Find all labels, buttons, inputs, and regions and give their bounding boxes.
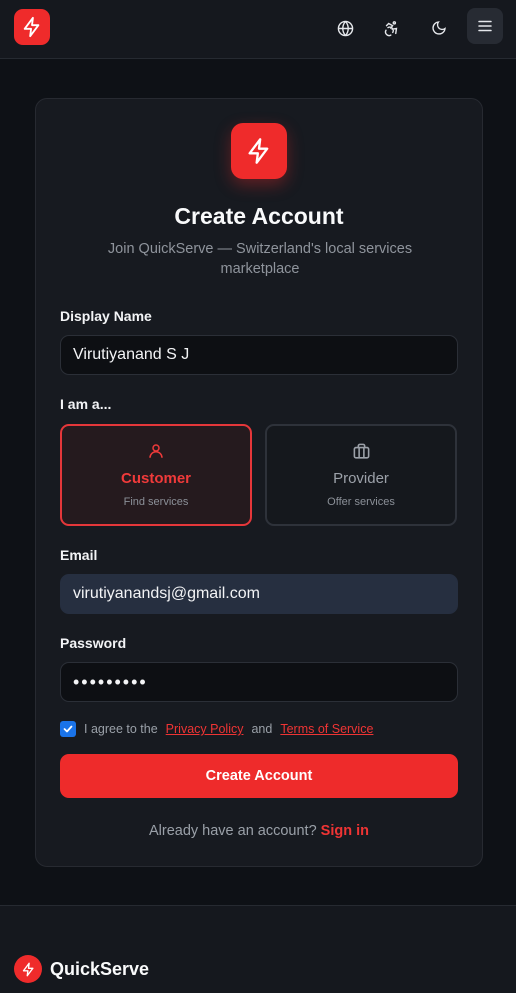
terms-agreement: I agree to the Privacy Policy and Terms … [60,721,373,737]
terms-and-text: and [251,722,273,736]
privacy-policy-link[interactable]: Privacy Policy [166,722,244,736]
footer-brand[interactable]: QuickServe [50,959,149,980]
checkmark-icon [63,725,73,733]
lightning-bolt-icon [23,16,40,38]
create-account-button[interactable]: Create Account [60,754,458,798]
email-label: Email [60,547,98,563]
role-option-provider[interactable]: Provider Offer services [265,424,457,526]
password-input[interactable]: ••••••••• [60,662,458,702]
role-option-description: Offer services [327,496,395,508]
footer-logo [14,955,42,983]
terms-checkbox[interactable] [60,721,76,737]
card-logo [231,123,287,179]
role-option-customer[interactable]: Customer Find services [60,424,252,526]
display-name-input[interactable]: Virutiyanand S J [60,335,458,375]
email-input[interactable]: virutiyanandsj@gmail.com [60,574,458,614]
globe-icon [337,20,353,36]
briefcase-icon [353,443,369,459]
page-title: Create Account [174,203,344,229]
role-option-description: Find services [123,496,189,508]
menu-icon [478,20,492,32]
display-name-label: Display Name [60,308,152,324]
accessibility-icon [384,20,397,36]
signin-prompt-row: Already have an account? Sign in [36,823,482,839]
signup-card: Create Account Join QuickServe — Switzer… [35,98,483,867]
user-icon [149,444,163,458]
lightning-bolt-icon [248,138,269,164]
password-label: Password [60,635,127,651]
lightning-bolt-icon [22,962,34,976]
top-header [0,0,516,59]
page-subtitle: Join QuickServe — Switzerland's local se… [107,241,413,277]
role-option-name: Customer [120,470,191,487]
role-label: I am a... [60,396,112,412]
accessibility-button[interactable] [374,11,408,45]
page-footer: QuickServe [0,905,516,993]
moon-icon [432,21,446,35]
terms-of-service-link[interactable]: Terms of Service [280,722,373,736]
signin-link[interactable]: Sign in [321,823,369,839]
language-button[interactable] [328,11,362,45]
role-option-name: Provider [333,470,389,487]
signin-prompt: Already have an account? [148,823,317,839]
app-logo[interactable] [14,9,50,45]
theme-toggle-button[interactable] [422,11,456,45]
menu-button[interactable] [467,8,503,44]
terms-prefix: I agree to the [84,722,158,736]
